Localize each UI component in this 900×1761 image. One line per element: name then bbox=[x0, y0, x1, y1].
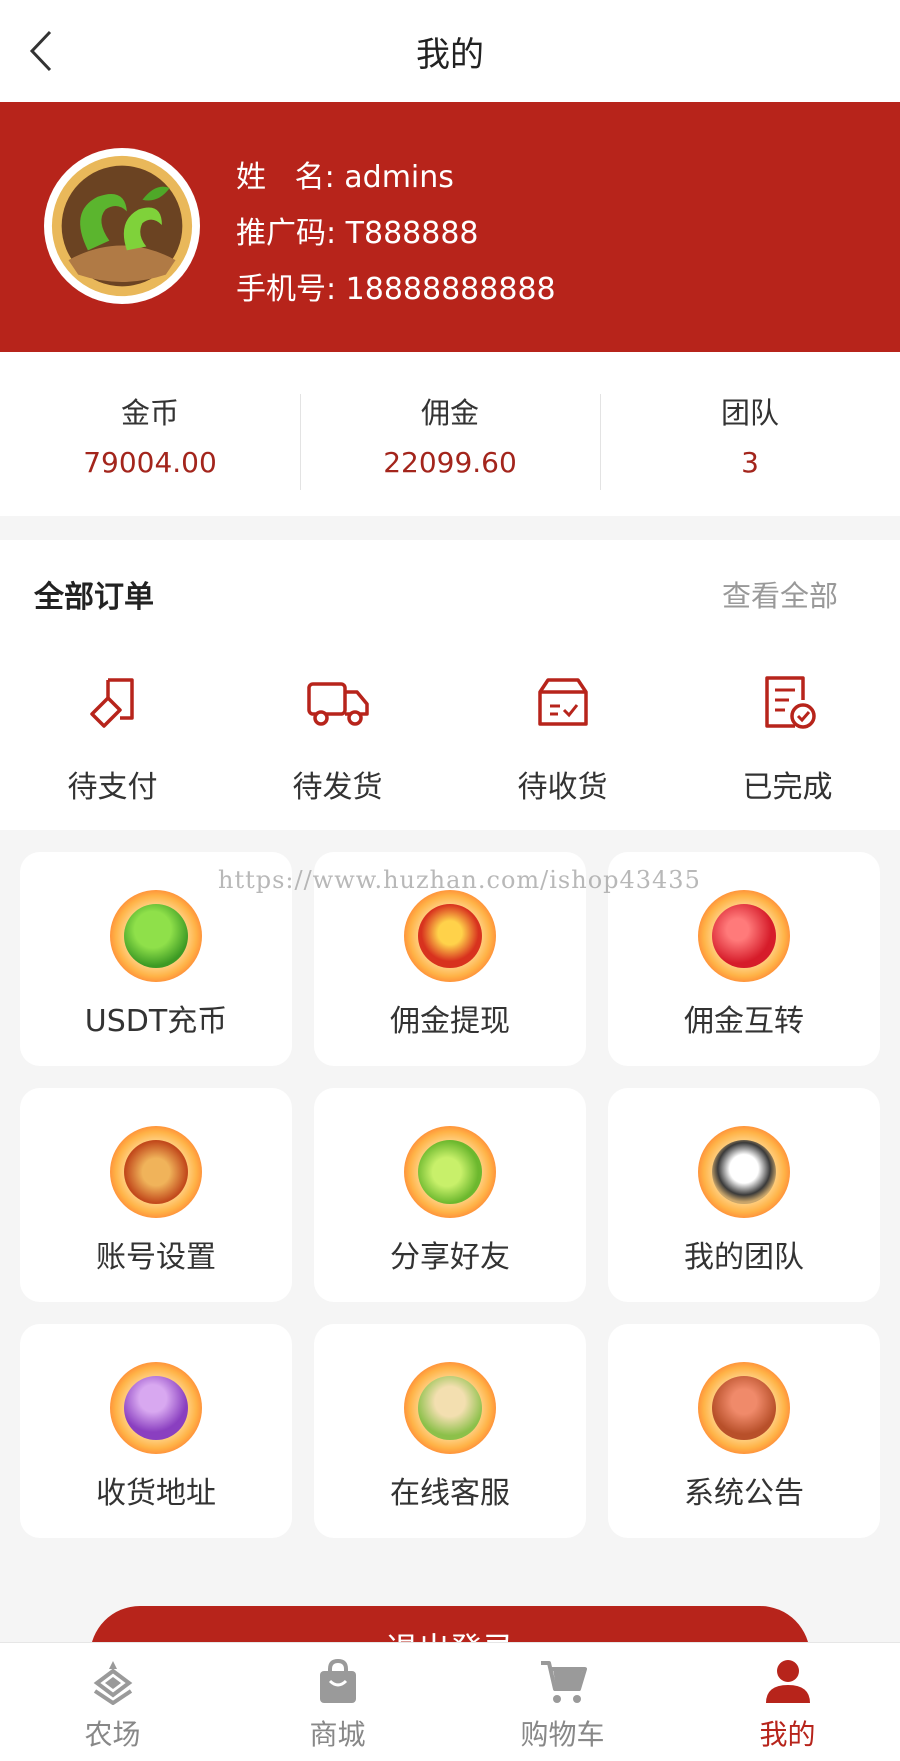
pending-payment-icon bbox=[89, 678, 134, 728]
menu-share-friends[interactable]: 分享好友 bbox=[314, 1088, 586, 1302]
order-status-label: 待发货 bbox=[292, 770, 383, 805]
menu-online-service[interactable]: 在线客服 bbox=[314, 1324, 586, 1538]
cart-icon bbox=[540, 1661, 587, 1703]
bottom-tab-bar: 农场 商城 购物车 我的 bbox=[0, 1642, 900, 1761]
stat-label: 金币 bbox=[120, 395, 179, 430]
sprout-avatar-icon bbox=[51, 155, 193, 297]
orders-title: 全部订单 bbox=[34, 580, 154, 615]
order-pending-receipt[interactable]: 待收货 bbox=[450, 648, 675, 806]
profile-info: 姓 名: admins 推广码: T888888 手机号: 1888888888… bbox=[236, 150, 556, 318]
stat-value: 22099.60 bbox=[383, 445, 517, 479]
announcement-icon bbox=[698, 1362, 790, 1454]
order-status-label: 待支付 bbox=[67, 770, 158, 805]
usdt-recharge-icon bbox=[110, 890, 202, 982]
name-label: 姓 名: bbox=[236, 160, 345, 195]
avatar[interactable] bbox=[44, 148, 200, 304]
watermark-text: https://www.huzhan.com/ishop43435 bbox=[218, 866, 701, 894]
back-icon[interactable] bbox=[24, 26, 64, 76]
stat-coins[interactable]: 金币 79004.00 bbox=[0, 390, 300, 479]
name-row: 姓 名: admins bbox=[236, 150, 556, 206]
my-team-icon bbox=[698, 1126, 790, 1218]
orders-header: 全部订单 查看全部 bbox=[0, 540, 900, 648]
feature-grid: USDT充币 佣金提现 佣金互转 账号设置 分享好友 我的团队 收货地址 在线客… bbox=[20, 852, 880, 1538]
menu-label: 佣金互转 bbox=[684, 1004, 804, 1039]
tab-label: 农场 bbox=[84, 1718, 141, 1751]
transfer-icon bbox=[698, 890, 790, 982]
order-status-row: 待支付 待发货 待收货 已完成 bbox=[0, 648, 900, 806]
menu-label: USDT充币 bbox=[84, 1004, 228, 1039]
customer-service-icon bbox=[404, 1362, 496, 1454]
menu-label: 我的团队 bbox=[684, 1240, 804, 1275]
order-status-label: 已完成 bbox=[742, 770, 833, 805]
box-icon bbox=[537, 678, 588, 726]
stats-bar: 金币 79004.00 佣金 22099.60 团队 3 bbox=[0, 352, 900, 516]
tab-mine[interactable]: 我的 bbox=[675, 1643, 900, 1761]
promo-code-row: 推广码: T888888 bbox=[236, 206, 556, 262]
phone-row: 手机号: 18888888888 bbox=[236, 262, 556, 318]
order-status-label: 待收货 bbox=[517, 770, 608, 805]
promo-code-value: T888888 bbox=[345, 216, 479, 251]
user-icon bbox=[765, 1660, 810, 1703]
stat-value: 3 bbox=[741, 445, 759, 479]
menu-label: 分享好友 bbox=[390, 1240, 510, 1275]
tab-label: 购物车 bbox=[520, 1718, 605, 1751]
tab-label: 我的 bbox=[759, 1718, 816, 1751]
stat-commission[interactable]: 佣金 22099.60 bbox=[300, 390, 600, 490]
profile-header: 姓 名: admins 推广码: T888888 手机号: 1888888888… bbox=[0, 102, 900, 352]
stat-team[interactable]: 团队 3 bbox=[600, 390, 900, 490]
farm-icon bbox=[93, 1661, 132, 1706]
menu-label: 账号设置 bbox=[96, 1240, 216, 1275]
completed-doc-icon bbox=[764, 676, 816, 729]
order-completed[interactable]: 已完成 bbox=[675, 648, 900, 806]
address-icon bbox=[110, 1362, 202, 1454]
page-title: 我的 bbox=[416, 34, 484, 75]
view-all-orders-link[interactable]: 查看全部 bbox=[722, 573, 838, 615]
menu-shipping-address[interactable]: 收货地址 bbox=[20, 1324, 292, 1538]
truck-icon bbox=[306, 682, 369, 726]
withdraw-icon bbox=[404, 890, 496, 982]
tab-label: 商城 bbox=[309, 1718, 366, 1751]
phone-value: 18888888888 bbox=[345, 272, 556, 307]
order-pending-shipment[interactable]: 待发货 bbox=[225, 648, 450, 806]
tab-farm[interactable]: 农场 bbox=[0, 1643, 225, 1761]
stat-label: 团队 bbox=[720, 395, 779, 430]
order-pending-payment[interactable]: 待支付 bbox=[0, 648, 225, 806]
top-nav-bar: 我的 bbox=[0, 0, 900, 102]
tab-cart[interactable]: 购物车 bbox=[450, 1643, 675, 1761]
menu-label: 在线客服 bbox=[390, 1476, 510, 1511]
promo-code-label: 推广码: bbox=[236, 216, 346, 251]
stat-label: 佣金 bbox=[420, 395, 479, 430]
name-value: admins bbox=[344, 160, 454, 195]
menu-account-settings[interactable]: 账号设置 bbox=[20, 1088, 292, 1302]
menu-my-team[interactable]: 我的团队 bbox=[608, 1088, 880, 1302]
menu-label: 系统公告 bbox=[684, 1476, 804, 1511]
menu-system-announcement[interactable]: 系统公告 bbox=[608, 1324, 880, 1538]
menu-label: 收货地址 bbox=[96, 1476, 216, 1511]
orders-section: 全部订单 查看全部 待支付 待发货 待收货 已完成 bbox=[0, 540, 900, 830]
stat-value: 79004.00 bbox=[83, 445, 217, 479]
menu-label: 佣金提现 bbox=[390, 1004, 510, 1039]
tab-shop[interactable]: 商城 bbox=[225, 1643, 450, 1761]
phone-label: 手机号: bbox=[236, 272, 346, 307]
share-friends-icon bbox=[404, 1126, 496, 1218]
account-settings-icon bbox=[110, 1126, 202, 1218]
shop-bag-icon bbox=[319, 1658, 356, 1703]
